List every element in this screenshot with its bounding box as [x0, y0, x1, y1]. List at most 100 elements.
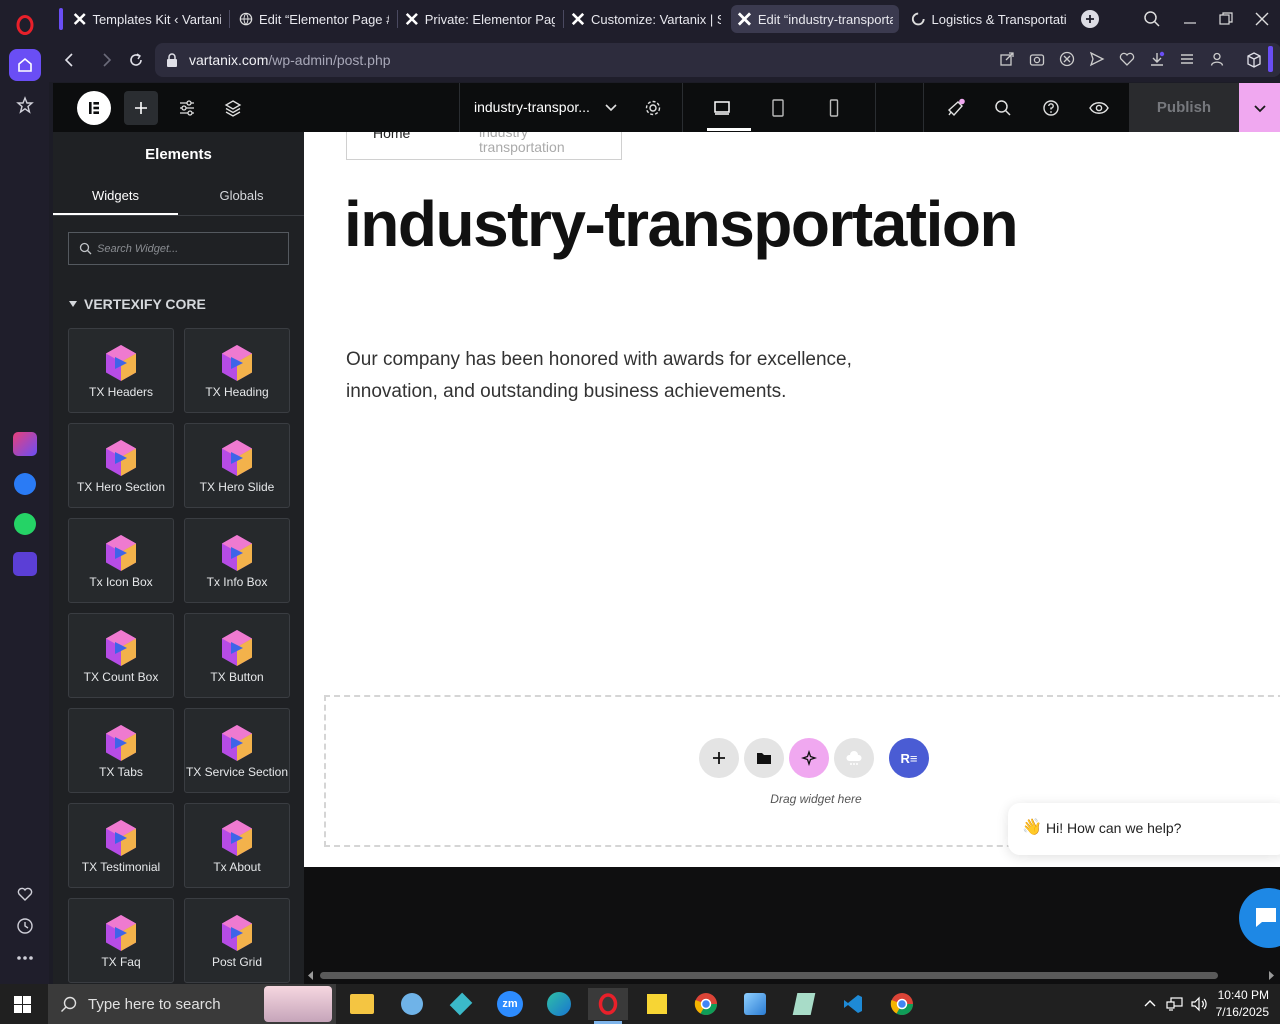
tab-search-icon[interactable]: [1143, 10, 1161, 28]
edit-share-icon[interactable]: [999, 51, 1015, 67]
widget-tx-button[interactable]: TX Button: [184, 613, 290, 698]
aria-icon[interactable]: [9, 428, 41, 460]
widget-tx-headers[interactable]: TX Headers: [68, 328, 174, 413]
network-icon[interactable]: [1166, 996, 1184, 1012]
chevron-down-icon[interactable]: [604, 100, 618, 114]
publish-button[interactable]: Publish: [1129, 83, 1239, 132]
breadcrumb-home[interactable]: Home: [373, 132, 410, 141]
chrome-profile-icon[interactable]: [882, 988, 922, 1020]
file-explorer-icon[interactable]: [342, 988, 382, 1020]
sticky-notes-icon[interactable]: [637, 988, 677, 1020]
bookmark-heart-icon[interactable]: [1119, 51, 1135, 67]
page-heading[interactable]: industry-transportation: [344, 192, 1044, 256]
tablet-view-button[interactable]: [761, 91, 795, 125]
restore-icon[interactable]: [1217, 10, 1235, 28]
url-field[interactable]: vartanix.com/wp-admin/post.php: [155, 43, 1280, 77]
new-tab-button[interactable]: [1081, 10, 1099, 28]
messenger-icon[interactable]: [9, 468, 41, 500]
lock-icon[interactable]: [165, 52, 179, 68]
widget-tx-service-section[interactable]: TX Service Section: [184, 708, 290, 793]
elementor-logo-icon[interactable]: [77, 91, 111, 125]
widget-search[interactable]: [68, 232, 289, 265]
royal-elementor-button[interactable]: R≡: [889, 738, 929, 778]
volume-icon[interactable]: [1190, 996, 1208, 1012]
profile-icon[interactable]: [1209, 51, 1225, 67]
tab-edit-elementor-page[interactable]: Edit “Elementor Page #10: [233, 5, 395, 33]
tab-globals[interactable]: Globals: [179, 180, 304, 216]
send-icon[interactable]: [1089, 51, 1105, 67]
mobile-view-button[interactable]: [817, 91, 851, 125]
back-icon[interactable]: [61, 51, 79, 69]
history-icon[interactable]: [9, 910, 41, 942]
music-player-icon[interactable]: [9, 548, 41, 580]
tab-customize[interactable]: Customize: Vartanix | Soft: [565, 5, 727, 33]
heart-icon[interactable]: [9, 878, 41, 910]
star-icon[interactable]: [9, 89, 41, 121]
photos-icon[interactable]: [735, 988, 775, 1020]
zoom-icon[interactable]: zm: [490, 988, 530, 1020]
close-window-icon[interactable]: [1253, 10, 1271, 28]
reload-icon[interactable]: [127, 51, 145, 69]
scroll-left-icon[interactable]: [307, 971, 315, 980]
widget-post-grid[interactable]: Post Grid: [184, 898, 290, 983]
page-settings-button[interactable]: [636, 91, 670, 125]
taskbar-clock[interactable]: 10:40 PM 7/16/2025: [1216, 987, 1269, 1021]
tab-logistics-transportation[interactable]: Logistics & Transportation: [905, 5, 1073, 33]
tab-private-elementor-page[interactable]: Private: Elementor Page #: [399, 5, 561, 33]
finder-button[interactable]: [986, 91, 1020, 125]
ad-block-icon[interactable]: [1059, 51, 1075, 67]
tab-widgets[interactable]: Widgets: [53, 180, 178, 216]
tab-edit-industry-transportation[interactable]: Edit “industry-transportati: [731, 5, 899, 33]
tab-templates-kit[interactable]: Templates Kit ‹ Vartanix —: [67, 5, 227, 33]
widget-tx-testimonial[interactable]: TX Testimonial: [68, 803, 174, 888]
scrollbar-thumb[interactable]: [320, 972, 1218, 979]
minimize-icon[interactable]: [1181, 10, 1199, 28]
preview-button[interactable]: [1082, 91, 1116, 125]
publish-options-button[interactable]: [1239, 83, 1280, 132]
widget-tx-hero-slide[interactable]: TX Hero Slide: [184, 423, 290, 508]
cloud-kit-button[interactable]: [834, 738, 874, 778]
camera-icon[interactable]: [1029, 51, 1045, 67]
site-settings-button[interactable]: [170, 91, 204, 125]
page-paragraph[interactable]: Our company has been honored with awards…: [346, 344, 906, 408]
easy-setup-icon[interactable]: [1179, 51, 1195, 67]
widget-tx-count-box[interactable]: TX Count Box: [68, 613, 174, 698]
horizontal-scrollbar[interactable]: [304, 967, 1280, 984]
paint-icon[interactable]: [392, 988, 432, 1020]
home-icon[interactable]: [9, 49, 41, 81]
widget-tx-info-box[interactable]: Tx Info Box: [184, 518, 290, 603]
notes-app-icon[interactable]: [784, 988, 824, 1020]
structure-button[interactable]: [216, 91, 250, 125]
category-vertexify-core[interactable]: VERTEXIFY CORE: [68, 296, 206, 312]
tray-chevron-up-icon[interactable]: [1143, 997, 1157, 1011]
widget-tx-heading[interactable]: TX Heading: [184, 328, 290, 413]
widget-tx-about[interactable]: Tx About: [184, 803, 290, 888]
download-icon[interactable]: [1149, 51, 1165, 67]
whatsapp-icon[interactable]: [9, 508, 41, 540]
opera-logo-icon[interactable]: [9, 9, 41, 41]
widget-tx-icon-box[interactable]: Tx Icon Box: [68, 518, 174, 603]
forward-icon[interactable]: [97, 51, 115, 69]
desktop-view-button[interactable]: [705, 91, 739, 125]
widget-search-input[interactable]: [97, 240, 277, 258]
opera-taskbar-icon[interactable]: [588, 988, 628, 1020]
more-icon[interactable]: [9, 942, 41, 974]
add-template-button[interactable]: [744, 738, 784, 778]
help-button[interactable]: [1034, 91, 1068, 125]
page-selector-label[interactable]: industry-transpor...: [474, 99, 590, 115]
ai-generate-button[interactable]: [789, 738, 829, 778]
widget-tx-tabs[interactable]: TX Tabs: [68, 708, 174, 793]
extensions-icon[interactable]: [1245, 51, 1263, 69]
gem-app-icon[interactable]: [441, 988, 481, 1020]
edge-icon[interactable]: [539, 988, 579, 1020]
chat-greeting[interactable]: 👋 Hi! How can we help?: [1008, 803, 1280, 855]
vscode-icon[interactable]: [833, 988, 873, 1020]
add-section-button[interactable]: [699, 738, 739, 778]
taskbar-search[interactable]: Type here to search: [48, 984, 336, 1024]
scroll-right-icon[interactable]: [1267, 971, 1275, 980]
widget-tx-faq[interactable]: TX Faq: [68, 898, 174, 983]
add-element-button[interactable]: [124, 91, 158, 125]
chrome-icon[interactable]: [686, 988, 726, 1020]
widget-tx-hero-section[interactable]: TX Hero Section: [68, 423, 174, 508]
windows-start-icon[interactable]: [14, 996, 31, 1013]
